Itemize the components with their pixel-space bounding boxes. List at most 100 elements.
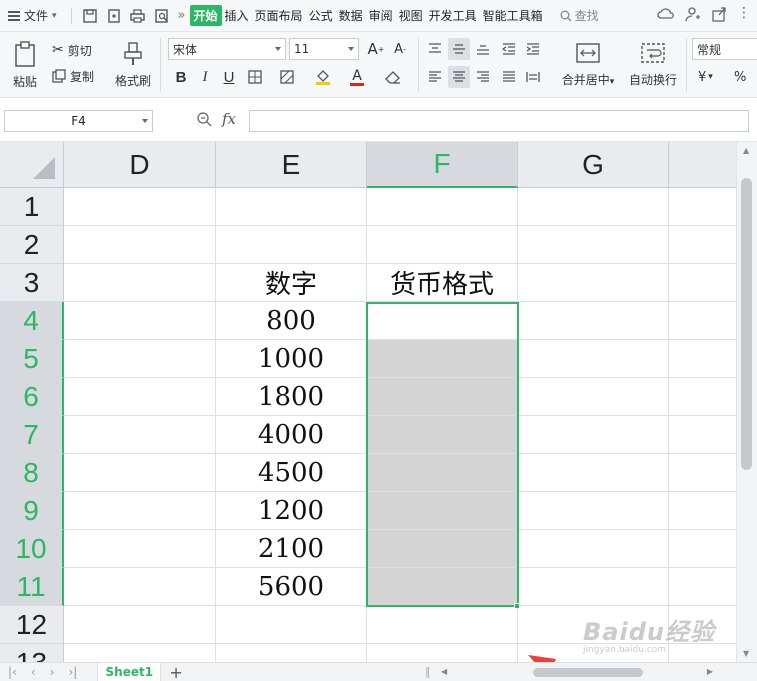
- first-sheet-icon[interactable]: |‹: [8, 665, 17, 679]
- cell-d4[interactable]: [64, 302, 216, 340]
- cell-g11[interactable]: [518, 568, 669, 606]
- cell-f10[interactable]: [367, 530, 518, 568]
- fill-color-button[interactable]: [312, 66, 334, 88]
- cell-f11[interactable]: [367, 568, 518, 606]
- row-header-11[interactable]: 11: [0, 568, 64, 606]
- increase-indent-button[interactable]: [522, 38, 544, 60]
- cell-e1[interactable]: [216, 188, 367, 226]
- tab-page-layout[interactable]: 页面布局: [252, 7, 306, 24]
- cloud-sync-icon[interactable]: [657, 6, 675, 22]
- export-pdf-icon[interactable]: [105, 7, 123, 25]
- cell-e2[interactable]: [216, 226, 367, 264]
- copy-button[interactable]: 复制: [52, 66, 94, 86]
- row-header-2[interactable]: 2: [0, 226, 64, 264]
- tab-developer[interactable]: 开发工具: [426, 7, 480, 24]
- select-all-button[interactable]: [0, 142, 64, 188]
- column-header-d[interactable]: D: [64, 142, 216, 188]
- underline-button[interactable]: U: [218, 66, 240, 88]
- more-icon[interactable]: »: [178, 8, 186, 23]
- align-left-button[interactable]: [424, 66, 446, 88]
- cell-e5[interactable]: 1000: [216, 340, 367, 378]
- row-header-10[interactable]: 10: [0, 530, 64, 568]
- cell-g1[interactable]: [518, 188, 669, 226]
- cell-g10[interactable]: [518, 530, 669, 568]
- align-middle-button[interactable]: [448, 38, 470, 60]
- horizontal-scroll-thumb[interactable]: [533, 668, 643, 677]
- cell-h8[interactable]: [669, 454, 736, 492]
- cell-h1[interactable]: [669, 188, 736, 226]
- align-top-button[interactable]: [424, 38, 446, 60]
- cell-e7[interactable]: 4000: [216, 416, 367, 454]
- increase-font-size-button[interactable]: A +: [365, 38, 387, 60]
- cell-g7[interactable]: [518, 416, 669, 454]
- cell-f9[interactable]: [367, 492, 518, 530]
- formula-input[interactable]: [249, 110, 749, 132]
- tab-formulas[interactable]: 公式: [306, 7, 336, 24]
- cell-f13[interactable]: [367, 644, 518, 662]
- column-header-f[interactable]: F: [367, 142, 518, 188]
- cell-h10[interactable]: [669, 530, 736, 568]
- cell-e11[interactable]: 5600: [216, 568, 367, 606]
- clear-button[interactable]: [382, 66, 404, 88]
- cell-g2[interactable]: [518, 226, 669, 264]
- cell-h11[interactable]: [669, 568, 736, 606]
- cell-e12[interactable]: [216, 606, 367, 644]
- cell-d13[interactable]: [64, 644, 216, 662]
- save-icon[interactable]: [81, 7, 99, 25]
- row-header-12[interactable]: 12: [0, 606, 64, 644]
- sheet-tab-sheet1[interactable]: Sheet1: [97, 662, 162, 681]
- distributed-button[interactable]: [522, 66, 544, 88]
- decrease-font-size-button[interactable]: A-: [389, 38, 411, 60]
- cell-f3[interactable]: 货币格式: [367, 264, 518, 302]
- column-header-h[interactable]: [669, 142, 736, 188]
- bold-button[interactable]: B: [170, 66, 192, 88]
- cell-f8[interactable]: [367, 454, 518, 492]
- name-box[interactable]: F4: [4, 110, 153, 132]
- zoom-formula-icon[interactable]: [196, 111, 212, 127]
- cell-g6[interactable]: [518, 378, 669, 416]
- row-header-6[interactable]: 6: [0, 378, 64, 416]
- paste-button[interactable]: 粘贴: [8, 38, 42, 92]
- cell-g3[interactable]: [518, 264, 669, 302]
- tab-data[interactable]: 数据: [336, 7, 366, 24]
- cell-f4[interactable]: [367, 302, 518, 340]
- align-right-button[interactable]: [472, 66, 494, 88]
- next-sheet-icon[interactable]: ›: [50, 665, 55, 679]
- column-header-e[interactable]: E: [216, 142, 367, 188]
- cell-e3[interactable]: 数字: [216, 264, 367, 302]
- row-header-1[interactable]: 1: [0, 188, 64, 226]
- cell-h7[interactable]: [669, 416, 736, 454]
- cell-f5[interactable]: [367, 340, 518, 378]
- cell-f2[interactable]: [367, 226, 518, 264]
- vertical-scrollbar[interactable]: ▲ ▼: [736, 142, 757, 662]
- format-painter-button[interactable]: 格式刷: [112, 38, 154, 92]
- print-icon[interactable]: [129, 7, 147, 25]
- share-icon[interactable]: [711, 6, 727, 22]
- cell-d11[interactable]: [64, 568, 216, 606]
- percent-button[interactable]: %: [734, 68, 746, 86]
- tab-review[interactable]: 审阅: [366, 7, 396, 24]
- row-header-3[interactable]: 3: [0, 264, 64, 302]
- cut-button[interactable]: ✂ 剪切: [52, 40, 92, 60]
- scroll-down-icon[interactable]: ▼: [743, 649, 749, 658]
- cell-d12[interactable]: [64, 606, 216, 644]
- cell-f12[interactable]: [367, 606, 518, 644]
- cell-h3[interactable]: [669, 264, 736, 302]
- prev-sheet-icon[interactable]: ‹: [31, 665, 36, 679]
- row-header-13[interactable]: 13: [0, 644, 64, 662]
- cell-d7[interactable]: [64, 416, 216, 454]
- cell-d5[interactable]: [64, 340, 216, 378]
- cell-h2[interactable]: [669, 226, 736, 264]
- vertical-scroll-thumb[interactable]: [741, 178, 752, 470]
- align-bottom-button[interactable]: [472, 38, 494, 60]
- cell-d8[interactable]: [64, 454, 216, 492]
- cell-f6[interactable]: [367, 378, 518, 416]
- print-preview-icon[interactable]: [153, 7, 171, 25]
- tab-home[interactable]: 开始: [189, 5, 222, 26]
- row-header-5[interactable]: 5: [0, 340, 64, 378]
- last-sheet-icon[interactable]: ›|: [68, 665, 77, 679]
- cell-g4[interactable]: [518, 302, 669, 340]
- cell-e13[interactable]: [216, 644, 367, 662]
- align-center-button[interactable]: [448, 66, 470, 88]
- justify-button[interactable]: [498, 66, 520, 88]
